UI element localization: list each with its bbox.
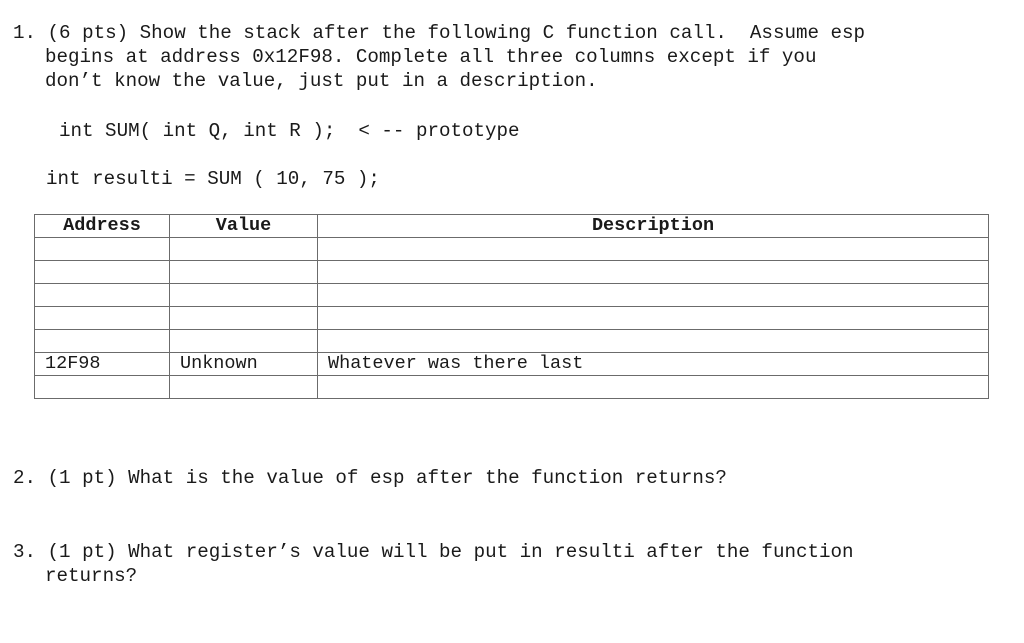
cell-value[interactable] [169,283,318,307]
cell-address[interactable] [34,375,170,399]
cell-description[interactable] [317,306,989,330]
cell-description[interactable]: Whatever was there last [317,352,989,376]
cell-description[interactable] [317,237,989,261]
question-1-line-3: don’t know the value, just put in a desc… [45,70,598,92]
table-row [34,260,989,284]
table-row [34,283,989,307]
cell-value[interactable] [169,329,318,353]
cell-value[interactable] [169,260,318,284]
cell-address[interactable] [34,283,170,307]
table-header-row: Address Value Description [34,214,989,238]
cell-address[interactable] [34,329,170,353]
table-row [34,329,989,353]
table-row [34,306,989,330]
table-row [34,237,989,261]
question-1-line-1: 1. (6 pts) Show the stack after the foll… [13,22,866,44]
cell-value[interactable] [169,237,318,261]
cell-address[interactable] [34,306,170,330]
header-address: Address [34,214,170,238]
cell-value[interactable] [169,306,318,330]
table-row: 12F98 Unknown Whatever was there last [34,352,989,376]
cell-description[interactable] [317,375,989,399]
question-3-line-1: 3. (1 pt) What register’s value will be … [13,541,854,563]
code-prototype: int SUM( int Q, int R ); < -- prototype [59,120,520,142]
cell-value[interactable]: Unknown [169,352,318,376]
question-3-line-2: returns? [45,565,138,587]
table-row [34,375,989,399]
header-value: Value [169,214,318,238]
cell-description[interactable] [317,329,989,353]
code-function-call: int resulti = SUM ( 10, 75 ); [46,168,380,190]
stack-table: Address Value Description 12F98 Unknown … [34,214,989,399]
cell-description[interactable] [317,283,989,307]
question-1-line-2: begins at address 0x12F98. Complete all … [45,46,817,68]
cell-address[interactable] [34,260,170,284]
cell-description[interactable] [317,260,989,284]
cell-address[interactable] [34,237,170,261]
cell-address[interactable]: 12F98 [34,352,170,376]
header-description: Description [317,214,989,238]
question-2: 2. (1 pt) What is the value of esp after… [13,467,727,489]
cell-value[interactable] [169,375,318,399]
